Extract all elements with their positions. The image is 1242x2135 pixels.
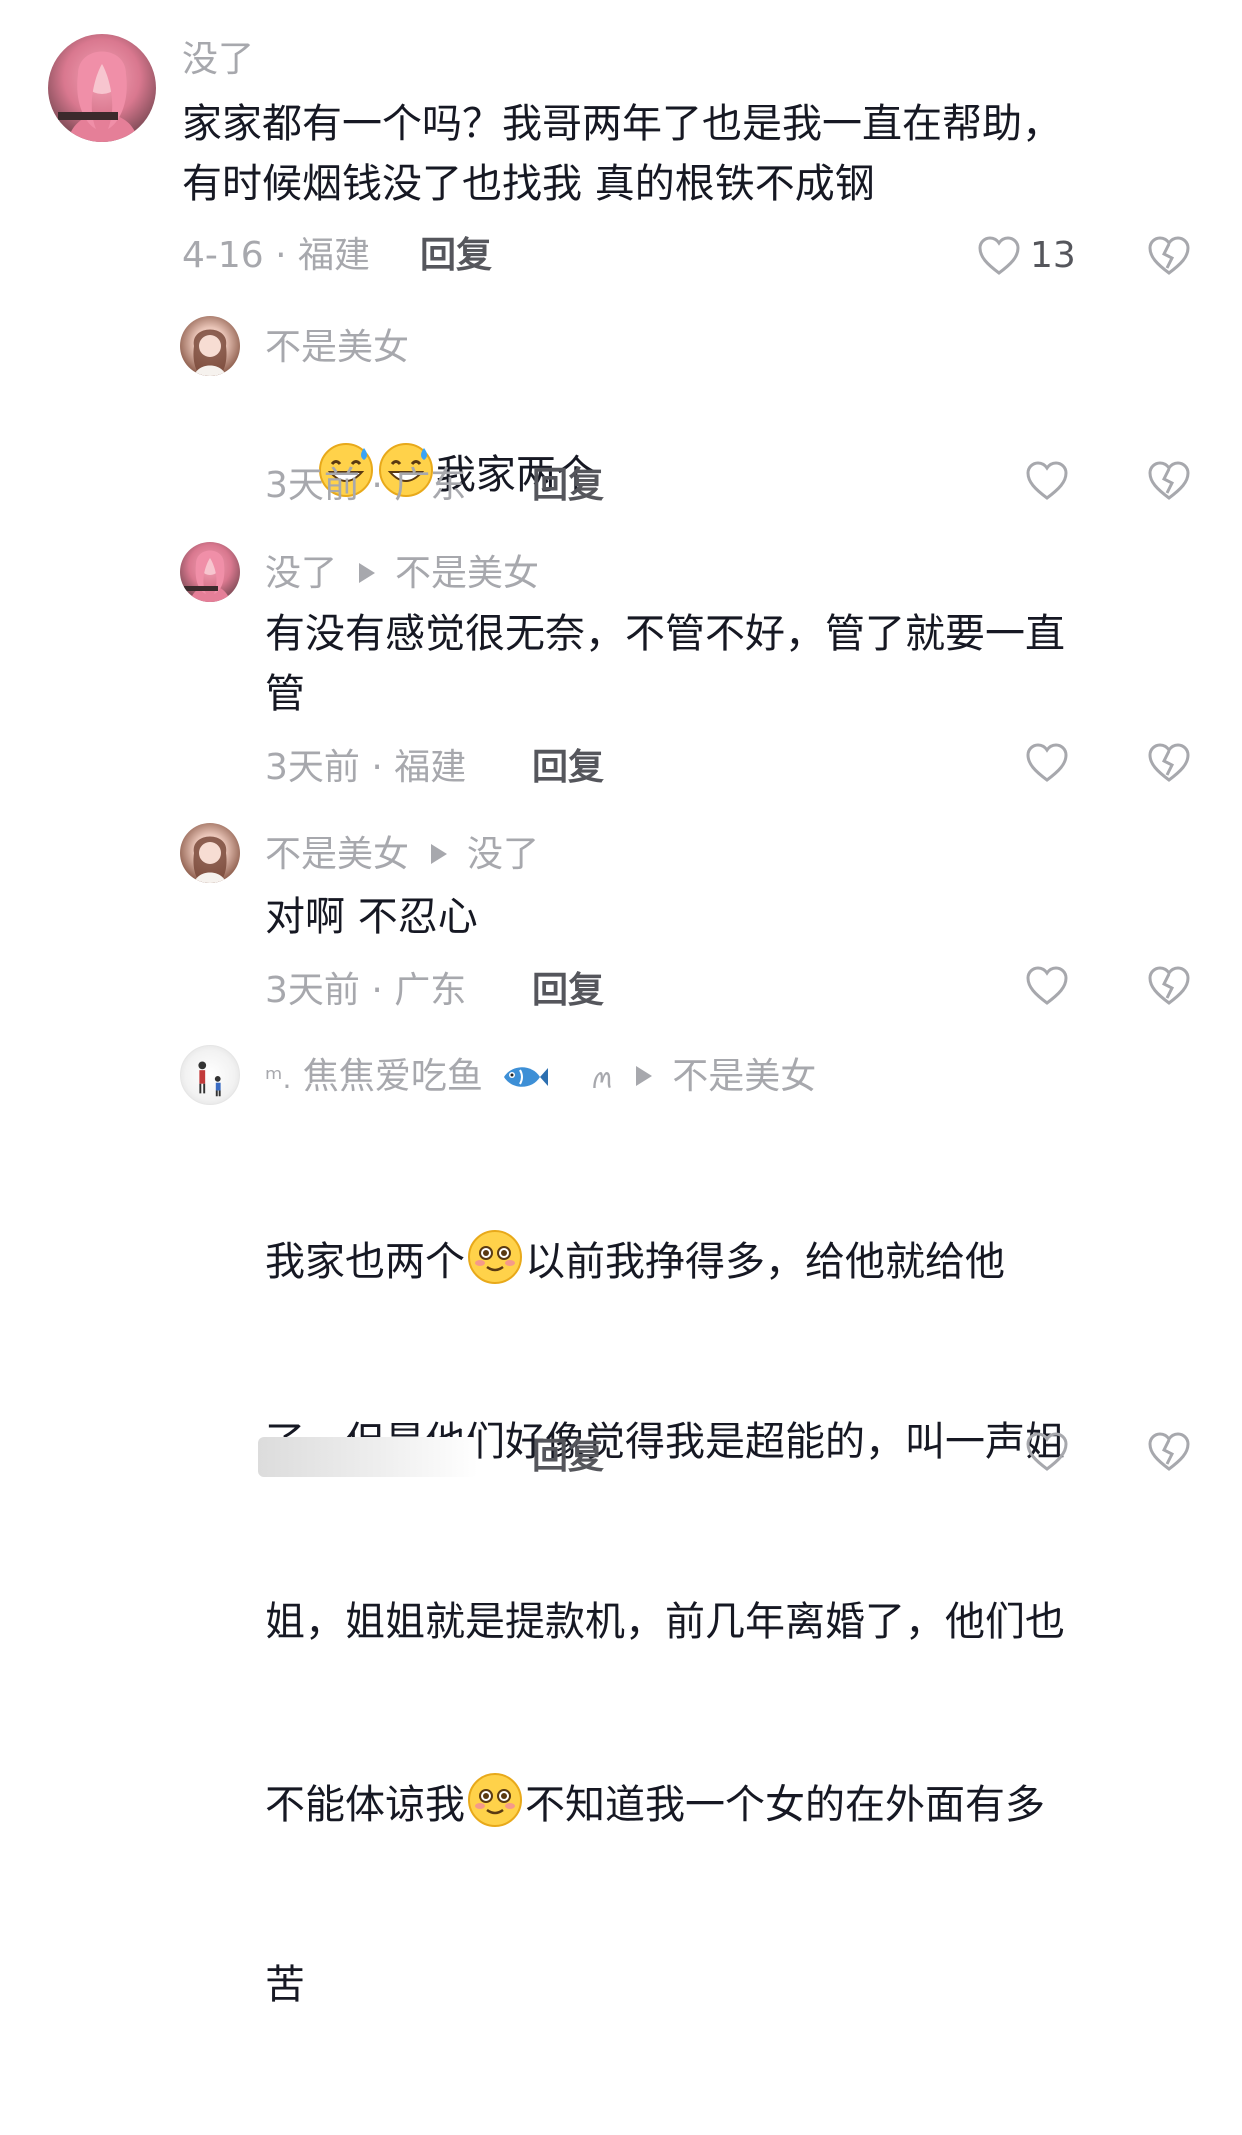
author-name[interactable]: 没了 bbox=[265, 553, 337, 594]
author-name[interactable]: 不是美女 bbox=[265, 834, 409, 875]
reply-button[interactable]: 回复 bbox=[532, 748, 604, 788]
comment-text: 有没有感觉很无奈，不管不好，管了就要一直 管 bbox=[265, 611, 1065, 717]
reply-button[interactable]: 回复 bbox=[532, 466, 604, 506]
reply-arrow-icon bbox=[359, 563, 376, 583]
avatar[interactable] bbox=[180, 1045, 240, 1105]
comment-author[interactable]: ᵐ. 焦焦爱吃鱼 ꪔ 不是美女 bbox=[265, 1057, 816, 1099]
like-count: 13 bbox=[1030, 235, 1076, 276]
smile-blush-icon bbox=[468, 1773, 522, 1827]
broken-heart-icon[interactable] bbox=[1147, 743, 1191, 783]
comment-meta: 3天前 · 福建 bbox=[265, 747, 467, 788]
broken-heart-icon[interactable] bbox=[1147, 966, 1191, 1006]
comment-meta: 3天前 · 广东 bbox=[265, 970, 467, 1011]
user-suffix: ꪔ bbox=[589, 1062, 615, 1095]
fish-icon bbox=[504, 1067, 549, 1087]
reply-button[interactable]: 回复 bbox=[532, 1437, 604, 1477]
heart-outline-icon[interactable] bbox=[1025, 1432, 1069, 1472]
text-segment: 不能体谅我 bbox=[265, 1782, 465, 1828]
comment-meta: 3天前 · 广东 bbox=[265, 465, 467, 506]
text-segment: 我家也两个 bbox=[265, 1239, 465, 1285]
comment-text: 我家也两个 以前我挣得多，给他就给他 了，但是他们好像觉得我是超能的，叫一声姐 姐… bbox=[265, 1109, 1205, 2135]
comment-text: 对啊 不忍心 bbox=[265, 894, 478, 940]
comment-author[interactable]: 不是美女 没了 bbox=[265, 835, 539, 875]
reply-arrow-icon bbox=[431, 844, 448, 864]
broken-heart-icon[interactable] bbox=[1147, 1432, 1191, 1472]
heart-outline-icon[interactable] bbox=[977, 236, 1021, 276]
avatar[interactable] bbox=[48, 34, 156, 142]
text-segment: 以前我挣得多，给他就给他 bbox=[525, 1239, 1005, 1285]
comment-text: 家家都有一个吗？我哥两年了也是我一直在帮助， 有时候烟钱没了也找我 真的根铁不成… bbox=[182, 101, 1062, 207]
author-name[interactable]: 焦焦爱吃鱼 bbox=[303, 1056, 483, 1097]
comment-line: 不能体谅我 不知道我一个女的在外面有多 bbox=[265, 1772, 1205, 1835]
comment-author[interactable]: 不是美女 bbox=[265, 328, 409, 368]
reply-arrow-icon bbox=[636, 1066, 653, 1086]
avatar[interactable] bbox=[180, 316, 240, 376]
user-prefix: ᵐ. bbox=[265, 1062, 292, 1095]
text-segment: 不知道我一个女的在外面有多 bbox=[525, 1782, 1045, 1828]
comment-author[interactable]: 没了 不是美女 bbox=[265, 554, 539, 594]
comment-author[interactable]: 没了 bbox=[182, 40, 254, 80]
reply-to-name[interactable]: 不是美女 bbox=[672, 1056, 816, 1097]
smile-blush-icon bbox=[468, 1230, 522, 1284]
heart-outline-icon[interactable] bbox=[1025, 966, 1069, 1006]
heart-outline-icon[interactable] bbox=[1025, 743, 1069, 783]
heart-outline-icon[interactable] bbox=[1025, 461, 1069, 501]
reply-to-name[interactable]: 不是美女 bbox=[395, 553, 539, 594]
reply-button[interactable]: 回复 bbox=[532, 971, 604, 1011]
avatar[interactable] bbox=[180, 823, 240, 883]
avatar[interactable] bbox=[180, 542, 240, 602]
broken-heart-icon[interactable] bbox=[1147, 461, 1191, 501]
meta-blurred bbox=[258, 1437, 478, 1477]
comment-line: 我家也两个 以前我挣得多，给他就给他 bbox=[265, 1229, 1205, 1292]
reply-button[interactable]: 回复 bbox=[420, 236, 492, 276]
comment-meta: 4-16 · 福建 bbox=[182, 235, 371, 276]
reply-to-name[interactable]: 没了 bbox=[467, 834, 539, 875]
comment-line: 苦 bbox=[265, 1962, 305, 2008]
broken-heart-icon[interactable] bbox=[1147, 236, 1191, 276]
comment-line: 姐，姐姐就是提款机，前几年离婚了，他们也 bbox=[265, 1599, 1065, 1645]
